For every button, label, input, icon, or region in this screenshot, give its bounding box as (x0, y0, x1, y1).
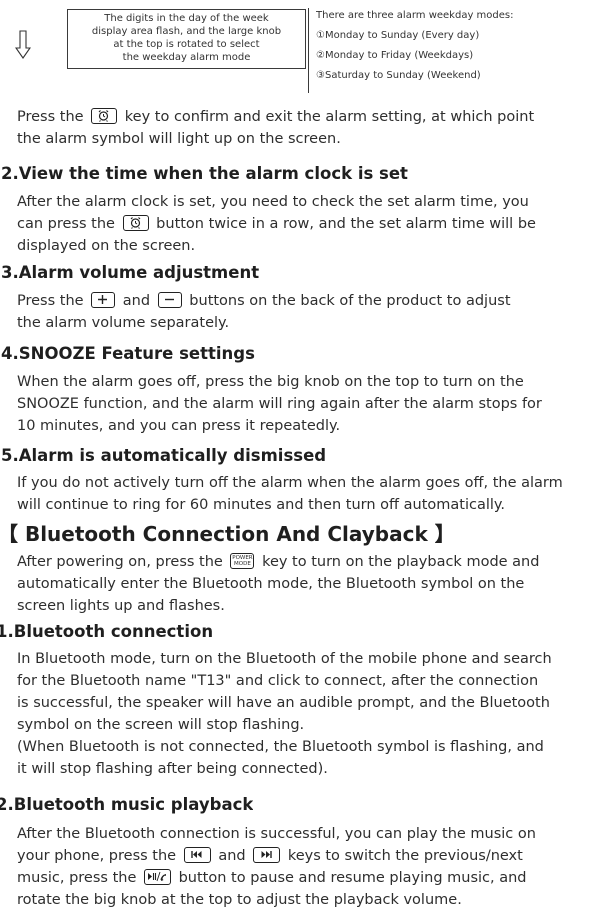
power-key-bottom-label: MODE (234, 561, 251, 567)
section-4-paragraph: When the alarm goes off, press the big k… (17, 371, 542, 437)
text-line: 10 minutes, and you can press it repeate… (17, 418, 341, 434)
mode-item: ③Saturday to Sunday (Weekend) (316, 70, 481, 81)
text-run: can press the (17, 216, 115, 232)
modes-divider (308, 8, 309, 93)
text-run: buttons on the back of the product to ad… (189, 293, 511, 309)
text-run: key to turn on the playback mode and (262, 554, 540, 570)
text-run: After powering on, press the (17, 554, 223, 570)
power-mode-key-icon: POWER MODE (230, 553, 255, 569)
plus-key-icon (91, 292, 116, 308)
text-line: After the alarm clock is set, you need t… (17, 194, 529, 210)
modes-title: There are three alarm weekday modes: (316, 10, 514, 21)
text-run: button twice in a row, and the set alarm… (156, 216, 536, 232)
text-run: keys to switch the previous/next (287, 848, 523, 864)
weekday-modes-list: There are three alarm weekday modes: ①Mo… (316, 6, 611, 86)
text-line: displayed on the screen. (17, 238, 196, 254)
flash-note-line: display area flash, and the large knob (91, 26, 282, 37)
flash-note-line: the weekday alarm mode (122, 52, 251, 63)
next-track-key-icon (253, 847, 281, 863)
text-line: When the alarm goes off, press the big k… (17, 374, 524, 390)
section-heading-view-alarm: 2.View the time when the alarm clock is … (1, 164, 408, 183)
text-line: for the Bluetooth name "T13" and click t… (17, 673, 539, 689)
text-line: In Bluetooth mode, turn on the Bluetooth… (17, 651, 552, 667)
section-heading-snooze: 4.SNOOZE Feature settings (1, 344, 255, 363)
section-heading-alarm-volume: 3.Alarm volume adjustment (1, 263, 260, 282)
section-3-paragraph: Press the and buttons on the back of the… (17, 290, 511, 334)
text-run: and (122, 293, 151, 309)
play-pause-call-key-icon (143, 869, 171, 885)
text-run: Press the (17, 293, 84, 309)
section-heading-auto-dismiss: 5.Alarm is automatically dismissed (1, 446, 327, 465)
mode-item: ①Monday to Sunday (Every day) (316, 30, 480, 41)
text-line: the alarm volume separately. (17, 315, 230, 331)
text-line: SNOOZE function, and the alarm will ring… (17, 396, 542, 412)
section-heading-bluetooth-playback: 2.Bluetooth music playback (0, 795, 254, 814)
text-line: symbol on the screen will stop flashing. (17, 717, 305, 733)
text-line: rotate the big knob at the top to adjust… (17, 892, 462, 908)
text-line: it will stop flashing after being connec… (17, 761, 328, 777)
text-line: screen lights up and flashes. (17, 598, 225, 614)
text-line: is successful, the speaker will have an … (17, 695, 550, 711)
down-arrow-icon (15, 30, 31, 59)
text-line: If you do not actively turn off the alar… (17, 475, 563, 491)
flash-note-line: The digits in the day of the week (104, 13, 269, 24)
flash-note-box: The digits in the day of the week displa… (67, 9, 306, 69)
section-5-paragraph: If you do not actively turn off the alar… (17, 472, 563, 516)
bluetooth-connection-paragraph: In Bluetooth mode, turn on the Bluetooth… (17, 648, 552, 780)
text-line: will continue to ring for 60 minutes and… (17, 497, 506, 513)
section-2-paragraph: After the alarm clock is set, you need t… (17, 191, 536, 257)
alarm-clock-key-icon (91, 108, 118, 124)
text-run: key to confirm and exit the alarm settin… (124, 109, 535, 125)
text-line: (When Bluetooth is not connected, the Bl… (17, 739, 544, 755)
mode-item: ②Monday to Friday (Weekdays) (316, 50, 474, 61)
text-run: Press the (17, 109, 84, 125)
text-line: After the Bluetooth connection is succes… (17, 826, 536, 842)
flash-note-line: at the top is rotated to select (113, 39, 260, 50)
text-run: and (218, 848, 246, 864)
bluetooth-playback-paragraph: After the Bluetooth connection is succes… (17, 823, 536, 911)
bluetooth-intro-paragraph: After powering on, press the POWER MODE … (17, 551, 539, 617)
manual-page: The digits in the day of the week displa… (0, 0, 614, 923)
section-heading-bluetooth-connection: 1.Bluetooth connection (0, 622, 214, 641)
text-run: button to pause and resume playing music… (178, 870, 527, 886)
confirm-paragraph: Press the key to confirm and exit the al… (17, 106, 534, 150)
text-line: automatically enter the Bluetooth mode, … (17, 576, 525, 592)
text-run: music, press the (17, 870, 137, 886)
minus-key-icon (157, 292, 182, 308)
text-run: your phone, press the (17, 848, 177, 864)
text-line: the alarm symbol will light up on the sc… (17, 131, 341, 147)
previous-track-key-icon (183, 847, 211, 863)
bluetooth-section-title: 【 Bluetooth Connection And Clayback 】 (0, 522, 455, 546)
alarm-clock-key-icon (122, 215, 149, 231)
